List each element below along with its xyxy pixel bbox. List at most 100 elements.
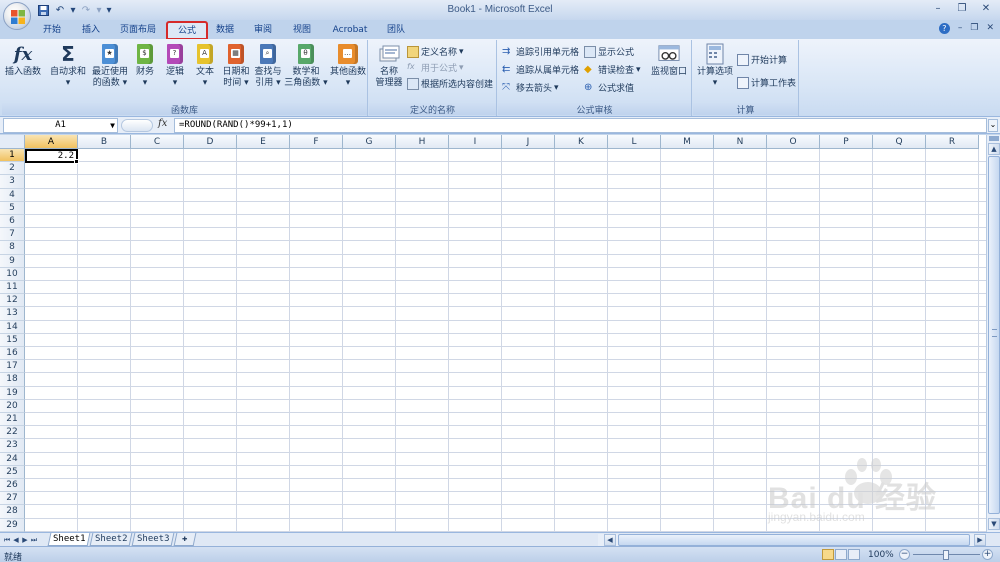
zoom-in-icon[interactable]: + <box>982 549 993 560</box>
tab-review[interactable]: 审阅 <box>247 22 279 39</box>
row-header[interactable]: 23 <box>0 439 25 453</box>
row-header[interactable]: 18 <box>0 373 25 387</box>
show-formulas-button[interactable]: 显示公式 <box>584 44 634 59</box>
expand-formula-bar-icon[interactable]: ⌄ <box>988 119 998 132</box>
office-button[interactable] <box>3 2 31 30</box>
row-header[interactable]: 13 <box>0 307 25 321</box>
zoom-out-icon[interactable]: − <box>899 549 910 560</box>
insert-sheet-button[interactable]: ✚ <box>173 533 197 546</box>
row-header[interactable]: 9 <box>0 254 25 268</box>
recent-functions-button[interactable]: ★ 最近使用 的函数 ▾ <box>88 42 132 89</box>
trace-precedents-button[interactable]: ⇉ 追踪引用单元格 <box>502 44 579 59</box>
column-header[interactable]: O <box>767 135 820 149</box>
lookup-button[interactable]: ⌕ 查找与 引用 ▾ <box>252 42 284 89</box>
row-header[interactable]: 2 <box>0 162 25 176</box>
calc-now-button[interactable]: 开始计算 <box>737 52 787 67</box>
restore-icon[interactable]: ❐ <box>950 1 974 17</box>
use-in-formula-button[interactable]: fx 用于公式 ▾ <box>407 60 464 75</box>
last-sheet-icon[interactable]: ⏭ <box>30 534 38 546</box>
row-header[interactable]: 25 <box>0 465 25 479</box>
trace-dependents-button[interactable]: ⇇ 追踪从属单元格 <box>502 62 579 77</box>
row-header[interactable]: 3 <box>0 175 25 189</box>
scroll-up-icon[interactable]: ▲ <box>988 143 1000 155</box>
tab-acrobat[interactable]: Acrobat <box>326 22 374 39</box>
row-header[interactable]: 17 <box>0 360 25 374</box>
financial-button[interactable]: $ 财务 ▾ <box>132 42 158 89</box>
row-header[interactable]: 19 <box>0 386 25 400</box>
sheet-tab-2[interactable]: Sheet2 <box>89 533 133 546</box>
row-header[interactable]: 7 <box>0 228 25 242</box>
column-header[interactable]: H <box>396 135 449 149</box>
column-header[interactable]: D <box>184 135 237 149</box>
row-header[interactable]: 16 <box>0 347 25 361</box>
column-header[interactable]: C <box>131 135 184 149</box>
row-header[interactable]: 29 <box>0 518 25 532</box>
tab-team[interactable]: 团队 <box>380 22 412 39</box>
column-header[interactable]: L <box>608 135 661 149</box>
autosum-button[interactable]: Σ 自动求和 ▾ <box>48 42 88 89</box>
row-header[interactable]: 4 <box>0 188 25 202</box>
name-box[interactable]: A1 ▼ <box>3 118 118 133</box>
remove-arrows-button[interactable]: ⤧ 移去箭头 ▾ <box>502 80 559 95</box>
row-header[interactable]: 15 <box>0 333 25 347</box>
define-name-button[interactable]: 定义名称 ▾ <box>407 44 464 59</box>
minimize-workbook-icon[interactable]: – <box>958 23 963 34</box>
tab-view[interactable]: 视图 <box>285 22 319 39</box>
normal-view-icon[interactable] <box>822 549 834 560</box>
formula-input[interactable]: =ROUND(RAND()*99+1,1) <box>174 118 987 133</box>
page-layout-view-icon[interactable] <box>835 549 847 560</box>
row-header[interactable]: 11 <box>0 281 25 295</box>
row-header[interactable]: 24 <box>0 452 25 466</box>
column-header[interactable]: K <box>555 135 608 149</box>
page-break-view-icon[interactable] <box>848 549 860 560</box>
create-from-selection-button[interactable]: 根据所选内容创建 <box>407 76 493 91</box>
row-header[interactable]: 6 <box>0 215 25 229</box>
row-header[interactable]: 8 <box>0 241 25 255</box>
tab-home[interactable]: 开始 <box>35 22 69 39</box>
sheet-tab-1[interactable]: Sheet1 <box>47 533 91 546</box>
insert-function-fx-icon[interactable]: fx <box>158 118 167 129</box>
row-header[interactable]: 1 <box>0 149 25 163</box>
column-header[interactable]: M <box>661 135 714 149</box>
logical-button[interactable]: ? 逻辑 ▾ <box>162 42 188 89</box>
close-workbook-icon[interactable]: ✕ <box>986 23 994 34</box>
formula-bar-splitter[interactable] <box>121 119 153 132</box>
dropdown-arrow-icon[interactable]: ▼ <box>110 119 115 132</box>
horizontal-scrollbar[interactable]: ◀ ▶ <box>598 534 986 546</box>
row-header[interactable]: 27 <box>0 492 25 506</box>
scroll-down-icon[interactable]: ▼ <box>988 518 1000 530</box>
tab-page-layout[interactable]: 页面布局 <box>113 22 163 39</box>
minimize-icon[interactable]: – <box>926 1 950 17</box>
tab-formulas[interactable]: 公式 <box>166 21 208 40</box>
column-header[interactable]: G <box>343 135 396 149</box>
scroll-left-icon[interactable]: ◀ <box>604 534 616 546</box>
row-header[interactable]: 20 <box>0 399 25 413</box>
split-box[interactable] <box>989 136 999 141</box>
column-header[interactable]: R <box>926 135 979 149</box>
error-checking-button[interactable]: ◆ 错误检查 ▾ <box>584 62 641 77</box>
math-trig-button[interactable]: θ 数学和 三角函数 ▾ <box>284 42 328 89</box>
active-cell[interactable]: 2.2 <box>25 149 78 163</box>
evaluate-formula-button[interactable]: ⊕ 公式求值 <box>584 80 634 95</box>
close-icon[interactable]: ✕ <box>974 1 998 17</box>
name-manager-button[interactable]: 名称 管理器 <box>371 42 407 89</box>
vertical-scrollbar[interactable]: ▲ ▼ <box>986 135 1000 532</box>
row-header[interactable]: 5 <box>0 201 25 215</box>
column-header[interactable]: F <box>290 135 343 149</box>
datetime-button[interactable]: ▦ 日期和 时间 ▾ <box>220 42 252 89</box>
first-sheet-icon[interactable]: ⏮ <box>3 534 11 546</box>
insert-function-button[interactable]: fx 插入函数 <box>4 42 42 78</box>
text-functions-button[interactable]: A 文本 ▾ <box>192 42 218 89</box>
restore-workbook-icon[interactable]: ❐ <box>970 23 978 34</box>
calc-sheet-button[interactable]: 计算工作表 <box>737 75 796 90</box>
column-header[interactable]: E <box>237 135 290 149</box>
row-header[interactable]: 12 <box>0 294 25 308</box>
column-header[interactable]: N <box>714 135 767 149</box>
column-header[interactable]: Q <box>873 135 926 149</box>
row-header[interactable]: 26 <box>0 479 25 493</box>
vertical-scroll-thumb[interactable] <box>988 156 1000 514</box>
prev-sheet-icon[interactable]: ◀ <box>12 534 20 546</box>
row-header[interactable]: 28 <box>0 505 25 519</box>
tab-data[interactable]: 数据 <box>209 22 241 39</box>
zoom-slider-thumb[interactable] <box>943 550 949 560</box>
